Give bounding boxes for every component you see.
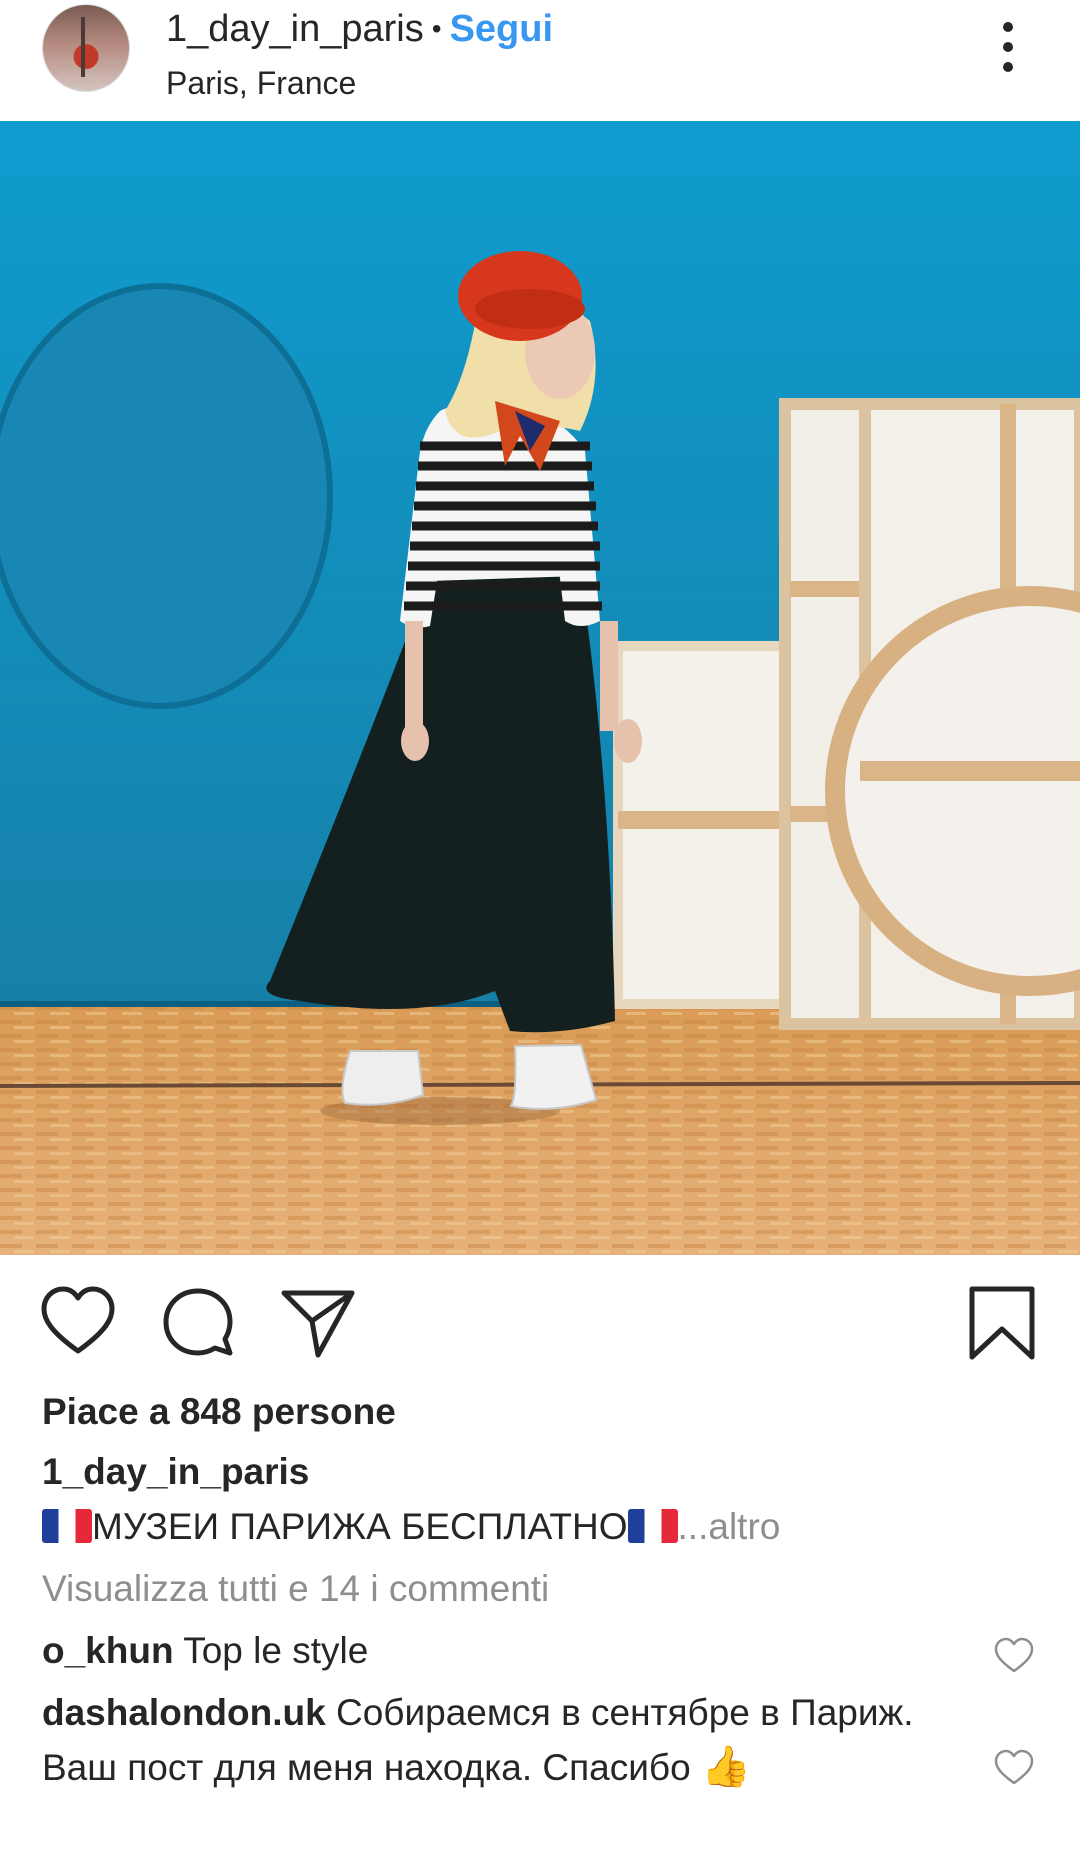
likes-count[interactable]: Piace a 848 persone [42,1388,396,1436]
comment-username[interactable]: o_khun [42,1630,174,1671]
thumbs-up-emoji: 👍 [700,1745,751,1789]
location-link[interactable]: Paris, France [166,65,356,102]
avatar[interactable] [42,4,130,92]
username[interactable]: 1_day_in_paris [166,4,424,54]
post-actions [0,1255,1080,1390]
follow-button[interactable]: Segui [450,4,553,54]
comment-bubble-icon[interactable] [160,1285,236,1361]
comment-item: o_khun Top le style [42,1624,962,1678]
comment-item: dashalondon.uk Собираемся в сентябре в П… [42,1686,962,1795]
caption-more-link[interactable]: ...altro [678,1506,781,1547]
bookmark-icon[interactable] [964,1285,1040,1361]
caption-username[interactable]: 1_day_in_paris [42,1448,309,1496]
paper-plane-icon[interactable] [280,1285,356,1361]
comment-username[interactable]: dashalondon.uk [42,1692,326,1733]
caption-text: МУЗЕИ ПАРИЖА БЕСПЛАТНО [92,1506,628,1547]
post-photo[interactable] [0,121,1080,1255]
small-heart-icon[interactable] [994,1748,1034,1788]
post-header: 1_day_in_paris • Segui Paris, France [0,0,1080,121]
france-flag-icon [42,1509,92,1543]
comment-text: Top le style [183,1630,369,1671]
separator-dot: • [431,13,442,44]
more-vertical-icon[interactable] [990,22,1026,72]
heart-icon[interactable] [40,1285,116,1361]
username-row: 1_day_in_paris • Segui [166,4,553,54]
caption: МУЗЕИ ПАРИЖА БЕСПЛАТНО ...altro [42,1503,780,1551]
view-all-comments-link[interactable]: Visualizza tutti e 14 i commenti [42,1565,549,1613]
france-flag-icon [627,1509,678,1543]
small-heart-icon[interactable] [994,1636,1034,1676]
